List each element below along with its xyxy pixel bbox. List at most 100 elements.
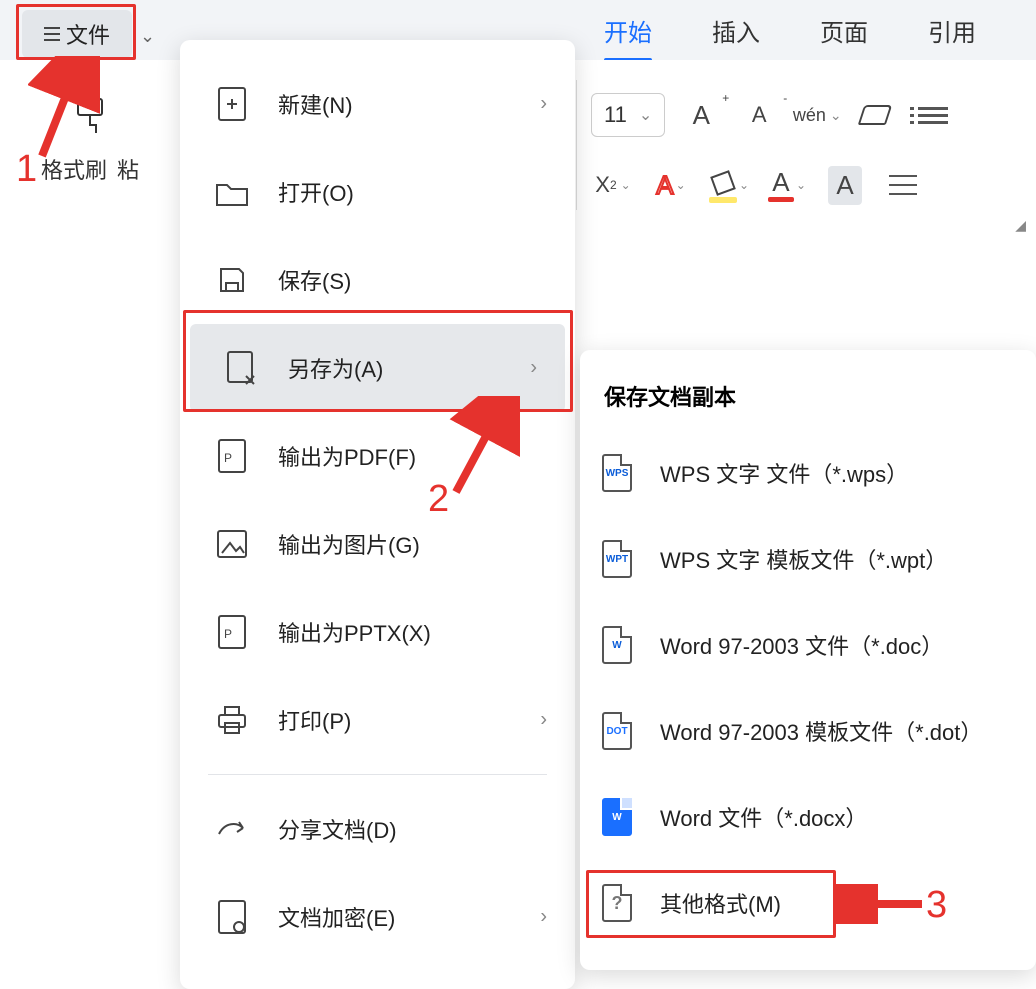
menu-item-label: 输出为PPTX(X) <box>278 616 431 648</box>
menu-item-label: 分享文档(D) <box>278 813 397 845</box>
tab-page[interactable]: 页面 <box>790 3 898 58</box>
lines-icon <box>889 175 917 195</box>
list-icon <box>918 103 948 128</box>
ribbon-row-top: 11 ⌄ A+ A- wén ⌄ <box>591 85 1026 145</box>
share-icon <box>214 816 250 842</box>
paste-label-prefix: 粘 <box>117 153 139 185</box>
increase-font-button[interactable]: A+ <box>679 93 723 137</box>
file-menu-button[interactable]: 文件 <box>22 10 132 58</box>
sub-item-wps[interactable]: WPS WPS 文字 文件（*.wps） <box>592 430 1024 516</box>
font-size-select[interactable]: 11 ⌄ <box>591 93 665 137</box>
menu-item-encrypt[interactable]: 文档加密(E) › <box>180 873 575 961</box>
encrypt-icon <box>214 899 250 935</box>
sub-item-label: Word 97-2003 模板文件（*.dot） <box>660 715 982 747</box>
phonetic-guide-button[interactable]: wén ⌄ <box>795 93 839 137</box>
tab-insert[interactable]: 插入 <box>682 3 790 58</box>
doc-file-icon: W <box>602 626 632 664</box>
image-icon <box>214 529 250 559</box>
dialog-launcher-icon[interactable]: ◢ <box>1015 217 1026 234</box>
a-color-icon: A <box>768 169 794 202</box>
text-outline-button[interactable]: A ⌄ <box>649 163 693 207</box>
chevron-down-icon: ⌄ <box>739 178 749 192</box>
chevron-right-icon: › <box>530 357 537 380</box>
chevron-down-icon: ⌄ <box>830 107 842 124</box>
text-effect-button[interactable]: A <box>823 163 867 207</box>
menu-item-label: 输出为PDF(F) <box>278 440 416 472</box>
pdf-icon: P <box>214 438 250 474</box>
paragraph-lines-button[interactable] <box>881 163 925 207</box>
ribbon-divider <box>576 80 577 210</box>
wpt-file-icon: WPT <box>602 540 632 578</box>
superscript-button[interactable]: X2 ⌄ <box>591 163 635 207</box>
other-file-icon: ? <box>602 884 632 922</box>
dot-file-icon: DOT <box>602 712 632 750</box>
sub-item-label: WPS 文字 文件（*.wps） <box>660 457 908 489</box>
highlighter-icon <box>709 171 737 199</box>
menu-item-label: 保存(S) <box>278 264 351 296</box>
ribbon-row-bottom: X2 ⌄ A ⌄ ⌄ A ⌄ A <box>591 155 1026 215</box>
a-box-icon: A <box>828 166 861 205</box>
menu-item-export-pdf[interactable]: P 输出为PDF(F) <box>180 412 575 500</box>
chevron-down-icon[interactable]: ⌄ <box>140 26 155 47</box>
sub-item-docx[interactable]: W Word 文件（*.docx） <box>592 774 1024 860</box>
chevron-right-icon: › <box>540 709 547 732</box>
sub-item-label: Word 文件（*.docx） <box>660 801 867 833</box>
font-size-value: 11 <box>604 102 627 128</box>
file-menu-label: 文件 <box>66 18 110 50</box>
menu-item-save[interactable]: 保存(S) <box>180 236 575 324</box>
save-as-icon <box>224 350 260 386</box>
decrease-font-button[interactable]: A- <box>737 93 781 137</box>
sub-item-label: 其他格式(M) <box>660 887 781 919</box>
hamburger-icon <box>44 27 60 41</box>
menu-item-open[interactable]: 打开(O) <box>180 148 575 236</box>
eraser-icon <box>858 105 892 125</box>
sub-item-label: Word 97-2003 文件（*.doc） <box>660 629 943 661</box>
sub-item-other[interactable]: ? 其他格式(M) <box>592 860 1024 946</box>
menu-item-label: 另存为(A) <box>288 352 383 384</box>
menu-item-label: 新建(N) <box>278 88 353 120</box>
tab-start[interactable]: 开始 <box>574 3 682 58</box>
menu-item-print[interactable]: 打印(P) › <box>180 676 575 764</box>
menu-item-label: 打开(O) <box>278 176 354 208</box>
menu-separator <box>208 774 547 775</box>
save-icon <box>214 265 250 295</box>
menu-item-label: 打印(P) <box>278 704 351 736</box>
chevron-right-icon: › <box>540 93 547 116</box>
chevron-down-icon: ⌄ <box>639 105 652 125</box>
menu-item-export-pptx[interactable]: P 输出为PPTX(X) <box>180 588 575 676</box>
chevron-down-icon: ⌄ <box>796 178 806 192</box>
ribbon-font-group: 11 ⌄ A+ A- wén ⌄ X2 ⌄ A ⌄ <box>576 60 1036 230</box>
menu-item-label: 输出为图片(G) <box>278 528 420 560</box>
format-brush-label: 格式刷 <box>41 153 107 185</box>
menu-item-save-as[interactable]: 另存为(A) › <box>190 324 565 412</box>
menu-item-share[interactable]: 分享文档(D) <box>180 785 575 873</box>
sub-item-dot[interactable]: DOT Word 97-2003 模板文件（*.dot） <box>592 688 1024 774</box>
menu-item-new[interactable]: 新建(N) › <box>180 60 575 148</box>
a-outline-icon: A <box>656 172 673 198</box>
folder-icon <box>214 177 250 207</box>
sub-item-doc[interactable]: W Word 97-2003 文件（*.doc） <box>592 602 1024 688</box>
submenu-title: 保存文档副本 <box>592 374 1024 430</box>
menu-item-export-image[interactable]: 输出为图片(G) <box>180 500 575 588</box>
highlight-button[interactable]: ⌄ <box>707 163 751 207</box>
sub-item-label: WPS 文字 模板文件（*.wpt） <box>660 543 947 575</box>
menu-item-label: 文档加密(E) <box>278 901 395 933</box>
ribbon-tabs: 开始 插入 页面 引用 <box>574 0 1036 60</box>
docx-file-icon: W <box>602 798 632 836</box>
print-icon <box>214 705 250 735</box>
chevron-down-icon: ⌄ <box>676 178 686 192</box>
format-brush-icon[interactable] <box>68 95 112 139</box>
annotation-number-1: 1 <box>16 148 37 191</box>
pptx-icon: P <box>214 614 250 650</box>
file-menu: 新建(N) › 打开(O) 保存(S) 另存为(A) › P 输出为PDF(F)… <box>180 40 575 989</box>
list-button[interactable] <box>911 93 955 137</box>
chevron-right-icon: › <box>540 906 547 929</box>
sub-item-wpt[interactable]: WPT WPS 文字 模板文件（*.wpt） <box>592 516 1024 602</box>
svg-text:P: P <box>224 627 232 641</box>
save-as-submenu: 保存文档副本 WPS WPS 文字 文件（*.wps） WPT WPS 文字 模… <box>580 350 1036 970</box>
clear-format-button[interactable] <box>853 93 897 137</box>
svg-text:P: P <box>224 451 232 465</box>
tab-cite[interactable]: 引用 <box>898 3 1006 58</box>
font-color-button[interactable]: A ⌄ <box>765 163 809 207</box>
wps-file-icon: WPS <box>602 454 632 492</box>
